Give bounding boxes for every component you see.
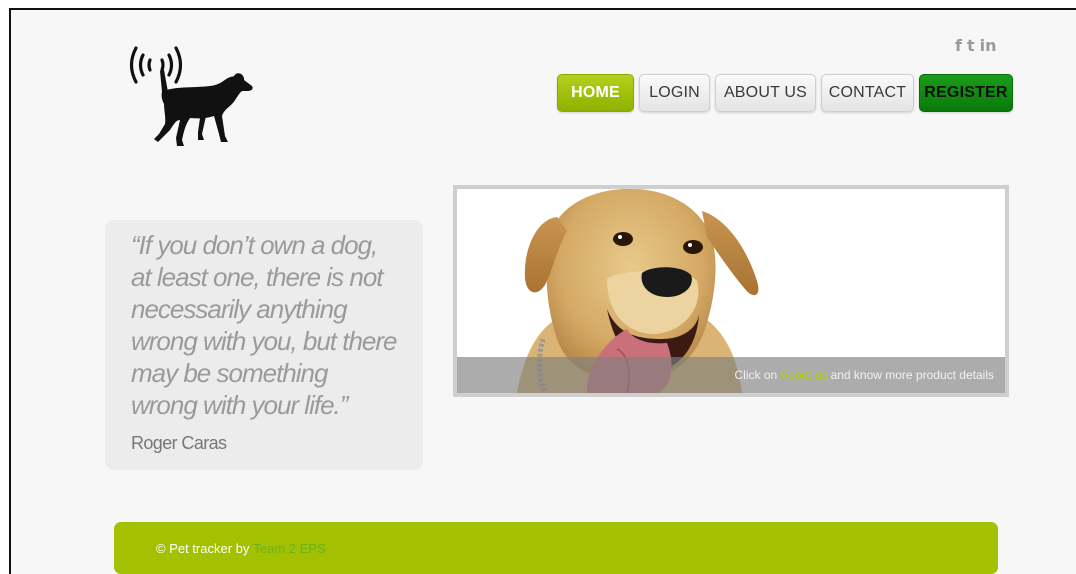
- page-frame: f t in HOME LOGIN ABOUT US CONTACT REGIS…: [9, 8, 1076, 574]
- footer-bar: © Pet tracker by Team 2 EPS: [114, 522, 998, 574]
- nav-home-button[interactable]: HOME: [557, 74, 634, 112]
- dog-signal-logo-icon: [129, 46, 253, 146]
- social-links: f t in: [955, 36, 997, 55]
- pet-tracker-logo[interactable]: [124, 34, 264, 152]
- footer-copyright: © Pet tracker by: [156, 540, 250, 556]
- caption-suffix: and know more product details: [830, 368, 994, 382]
- quote-box: “If you don’t own a dog, at least one, t…: [105, 220, 423, 470]
- nav-about-us-button[interactable]: ABOUT US: [715, 74, 816, 112]
- hero-banner: Click on About us and know more product …: [453, 185, 1009, 397]
- main-nav: HOME LOGIN ABOUT US CONTACT REGISTER: [557, 74, 1013, 112]
- footer-team-link[interactable]: Team 2 EPS: [253, 541, 325, 556]
- quote-text: “If you don’t own a dog, at least one, t…: [131, 230, 398, 420]
- nav-login-button[interactable]: LOGIN: [639, 74, 710, 112]
- quote-author: Roger Caras: [131, 433, 227, 453]
- facebook-icon[interactable]: f: [955, 36, 962, 55]
- about-us-link[interactable]: About us: [780, 368, 827, 382]
- nav-register-button[interactable]: REGISTER: [919, 74, 1013, 112]
- nav-contact-button[interactable]: CONTACT: [821, 74, 914, 112]
- twitter-icon[interactable]: t: [967, 36, 975, 55]
- linkedin-icon[interactable]: in: [980, 36, 997, 55]
- banner-caption: Click on About us and know more product …: [457, 357, 1005, 393]
- caption-prefix: Click on: [734, 368, 778, 382]
